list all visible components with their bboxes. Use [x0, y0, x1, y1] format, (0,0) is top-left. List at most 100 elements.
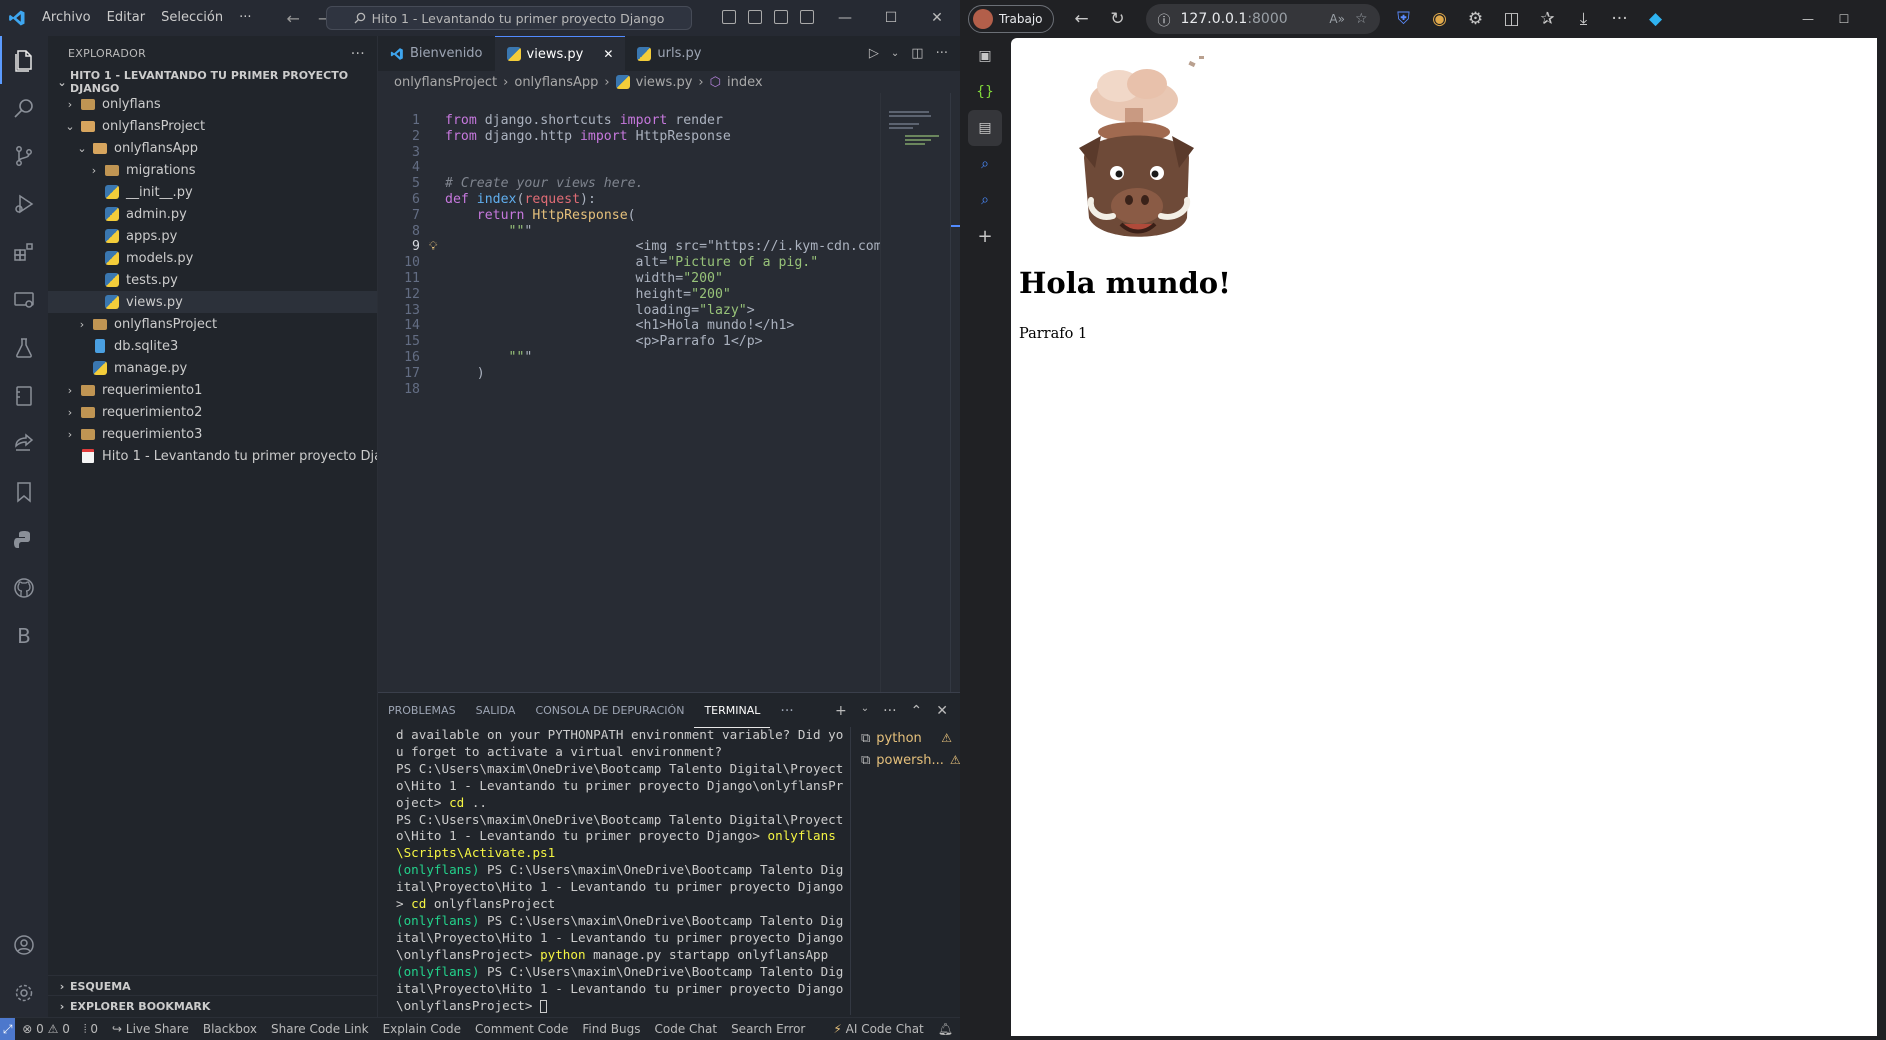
customize-layout-icon[interactable] [800, 10, 814, 24]
terminal-item-powershell[interactable]: ⧉ powersh... ⚠ [851, 749, 961, 771]
split-screen-icon[interactable]: ◫ [1494, 0, 1530, 38]
project-root[interactable]: ⌄ HITO 1 - LEVANTANDO TU PRIMER PROYECTO… [48, 69, 377, 95]
favorite-star-icon[interactable]: ☆ [1355, 11, 1368, 27]
tree-item[interactable]: › requerimiento1 [48, 379, 377, 401]
chevron-down-icon[interactable]: ⌄ [891, 48, 899, 59]
tree-item[interactable]: manage.py [48, 357, 377, 379]
downloads-icon[interactable]: ⤓ [1566, 0, 1602, 38]
split-editor-icon[interactable]: ◫ [911, 46, 923, 61]
manage-gear-icon[interactable] [0, 969, 48, 1017]
menu-more-icon[interactable]: ··· [231, 0, 259, 36]
minimize-icon[interactable]: — [822, 0, 868, 36]
tree-item[interactable]: ⌄ onlyflansApp [48, 137, 377, 159]
status-blackbox[interactable]: Blackbox [196, 1022, 264, 1036]
tree-item[interactable]: › migrations [48, 159, 377, 181]
menu-seleccion[interactable]: Selección [153, 0, 231, 36]
toggle-sidebar-icon[interactable] [722, 10, 736, 24]
search-tab-icon[interactable]: ⌕ [960, 146, 1010, 182]
status-live-share[interactable]: ↪ Live Share [105, 1022, 196, 1036]
blackbox-icon[interactable]: B [0, 612, 48, 660]
extensions-puzzle-icon[interactable]: ⚙ [1458, 0, 1494, 38]
breadcrumb-item[interactable]: views.py [636, 75, 693, 90]
status-search-error[interactable]: Search Error [724, 1022, 812, 1036]
tree-item[interactable]: Hito 1 - Levantando tu primer proyecto D… [48, 445, 377, 467]
github-icon[interactable] [0, 564, 48, 612]
status-code-chat[interactable]: Code Chat [647, 1022, 724, 1036]
maximize-panel-icon[interactable]: ⌃ [911, 703, 923, 719]
tree-item[interactable]: › onlyflansProject [48, 313, 377, 335]
minimap[interactable] [880, 93, 950, 692]
tree-item[interactable]: ⌄ onlyflansProject [48, 115, 377, 137]
page-tab-icon[interactable]: ▤ [968, 110, 1002, 146]
remote-indicator-icon[interactable]: ⤢ [0, 1017, 16, 1040]
profile-button[interactable]: Trabajo [968, 5, 1054, 33]
explorer-more-icon[interactable]: ··· [351, 46, 365, 62]
notifications-bell-icon[interactable]: 🔔︎ [931, 1022, 960, 1036]
explorer-icon[interactable] [0, 36, 48, 84]
tree-item[interactable]: › onlyflans [48, 93, 377, 115]
maximize-icon[interactable]: ☐ [868, 0, 914, 36]
status-ai-code-chat[interactable]: ⚡ AI Code Chat [826, 1022, 930, 1036]
run-debug-icon[interactable] [0, 180, 48, 228]
ports-status[interactable]: ⦙ 0 [77, 1022, 105, 1037]
toggle-panel-icon[interactable] [748, 10, 762, 24]
tree-item[interactable]: tests.py [48, 269, 377, 291]
menu-archivo[interactable]: Archivo [34, 0, 99, 36]
close-panel-icon[interactable]: ✕ [936, 703, 948, 719]
add-tab-icon[interactable]: + [960, 218, 1010, 254]
tab-terminal[interactable]: TERMINAL [694, 693, 771, 728]
extensions-icon[interactable] [0, 228, 48, 276]
tree-item[interactable]: admin.py [48, 203, 377, 225]
settings-more-icon[interactable]: ··· [1602, 0, 1638, 38]
json-extension-icon[interactable]: {} [960, 74, 1010, 110]
tree-item[interactable]: views.py [48, 291, 377, 313]
extension-color-icon[interactable]: ◉ [1422, 0, 1458, 38]
tab-views-py[interactable]: views.py ✕ [494, 36, 626, 71]
search-tab-icon[interactable]: ⌕ [960, 182, 1010, 218]
back-arrow-icon[interactable]: ← [1064, 0, 1100, 38]
more-actions-icon[interactable]: ··· [883, 703, 896, 719]
maximize-icon[interactable]: ☐ [1826, 0, 1862, 38]
refresh-icon[interactable]: ↻ [1100, 0, 1136, 38]
status-share-code-link[interactable]: Share Code Link [264, 1022, 376, 1036]
tree-item[interactable]: › requerimiento2 [48, 401, 377, 423]
terminal-item-python[interactable]: ⧉ python ⚠ [851, 727, 960, 749]
status-find-bugs[interactable]: Find Bugs [575, 1022, 647, 1036]
tree-item[interactable]: › requerimiento3 [48, 423, 377, 445]
outline-section[interactable]: › ESQUEMA [48, 975, 378, 997]
bookmark-section[interactable]: › EXPLORER BOOKMARK [48, 995, 378, 1017]
tree-item[interactable]: __init__.py [48, 181, 377, 203]
breadcrumb-item[interactable]: index [727, 75, 763, 90]
bitwarden-shield-icon[interactable]: ⛨ [1386, 0, 1422, 38]
testing-flask-icon[interactable] [0, 324, 48, 372]
tab-salida[interactable]: SALIDA [466, 693, 526, 728]
favorites-icon[interactable]: ✰ [1530, 0, 1566, 38]
panel-more-icon[interactable]: ··· [770, 693, 803, 728]
menu-editar[interactable]: Editar [99, 0, 154, 36]
breadcrumb-item[interactable]: onlyflansApp [514, 75, 598, 90]
chevron-down-icon[interactable]: ⌄ [861, 703, 869, 719]
source-control-icon[interactable] [0, 132, 48, 180]
back-arrow-icon[interactable]: ← [277, 9, 308, 28]
tab-actions-icon[interactable]: ▣ [960, 38, 1010, 74]
python-icon[interactable] [0, 516, 48, 564]
toggle-secondary-sidebar-icon[interactable] [774, 10, 788, 24]
run-python-icon[interactable]: ▷ [869, 46, 879, 61]
status-comment-code[interactable]: Comment Code [468, 1022, 575, 1036]
tab-urls-py[interactable]: urls.py [625, 36, 713, 71]
notebook-icon[interactable] [0, 372, 48, 420]
address-bar[interactable]: ⓘ 127.0.0.1:8000 A» ☆ [1145, 4, 1380, 34]
bookmark-icon[interactable] [0, 468, 48, 516]
live-share-icon[interactable] [0, 420, 48, 468]
tree-item[interactable]: db.sqlite3 [48, 335, 377, 357]
terminal-output[interactable]: d available on your PYTHONPATH environme… [396, 727, 848, 1015]
lightbulb-icon[interactable]: 💡︎ [429, 239, 437, 254]
tab-consola-depuracion[interactable]: CONSOLA DE DEPURACIÓN [525, 693, 694, 728]
tree-item[interactable]: models.py [48, 247, 377, 269]
read-aloud-icon[interactable]: A» [1329, 12, 1345, 26]
search-icon[interactable] [0, 84, 48, 132]
close-icon[interactable]: ✕ [914, 0, 960, 36]
tab-bienvenido[interactable]: Bienvenido [378, 36, 495, 71]
minimize-icon[interactable]: — [1790, 0, 1826, 38]
tree-item[interactable]: apps.py [48, 225, 377, 247]
